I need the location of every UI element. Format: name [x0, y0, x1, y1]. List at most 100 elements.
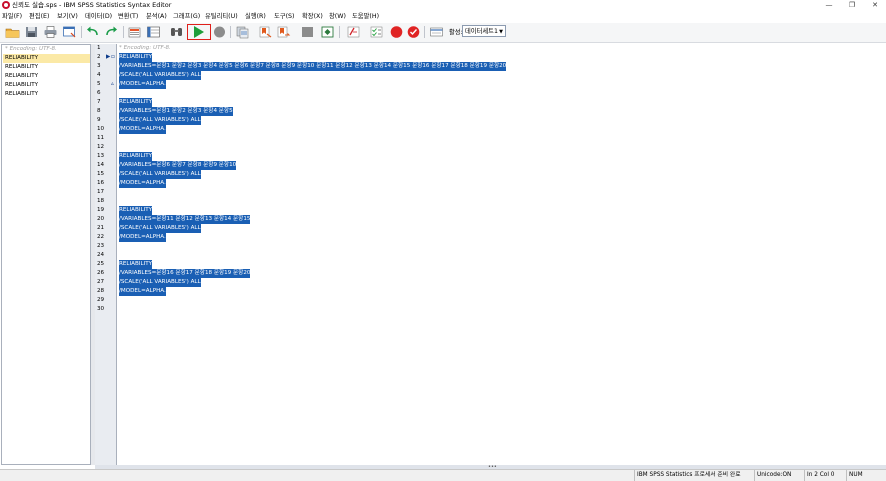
- syntax-line[interactable]: /VARIABLES=문항11 문항12 문항13 문항14 문항15: [119, 215, 251, 224]
- toolbar-separator: [123, 26, 124, 38]
- line-number: 20: [97, 216, 105, 222]
- navigator-item[interactable]: RELIABILITY: [3, 81, 90, 90]
- syntax-line[interactable]: RELIABILITY: [119, 260, 153, 269]
- line-number: 22: [97, 234, 105, 240]
- run-selection-icon[interactable]: [191, 25, 206, 39]
- syntax-line[interactable]: RELIABILITY: [119, 152, 153, 161]
- line-number: 21: [97, 225, 105, 231]
- line-number: 8: [97, 108, 101, 114]
- close-button[interactable]: ✕: [864, 0, 886, 11]
- syntax-help-icon[interactable]: [346, 25, 361, 39]
- menu-transform[interactable]: 변환(T): [118, 12, 138, 21]
- goto-case-icon[interactable]: [127, 25, 142, 39]
- line-number: 30: [97, 306, 105, 312]
- syntax-line[interactable]: * Encoding: UTF-8.: [119, 44, 171, 53]
- syntax-line[interactable]: /MODEL=ALPHA.: [119, 125, 166, 134]
- syntax-line[interactable]: /SCALE('ALL VARIABLES') ALL: [119, 116, 201, 125]
- print-icon[interactable]: [43, 25, 58, 39]
- syntax-line[interactable]: /MODEL=ALPHA.: [119, 179, 166, 188]
- syntax-line[interactable]: /MODEL=ALPHA.: [119, 287, 166, 296]
- syntax-line[interactable]: RELIABILITY: [119, 53, 153, 62]
- title-bar: 신뢰도 실습.sps - IBM SPSS Statistics Syntax …: [0, 0, 886, 11]
- cursor-position: In 2 Col 0: [804, 470, 846, 481]
- line-number: 12: [97, 144, 105, 150]
- line-number: 18: [97, 198, 105, 204]
- syntax-line[interactable]: RELIABILITY: [119, 98, 153, 107]
- line-number: 6: [97, 90, 101, 96]
- redo-icon[interactable]: [104, 25, 119, 39]
- dialog-recall-icon[interactable]: [62, 25, 77, 39]
- line-number: 17: [97, 189, 105, 195]
- block-end-icon: ▵: [111, 81, 114, 87]
- menu-graphs[interactable]: 그래프(G): [173, 12, 200, 21]
- breakpoint-list-icon[interactable]: [369, 25, 384, 39]
- navigator-item[interactable]: RELIABILITY: [3, 72, 90, 81]
- syntax-line[interactable]: /VARIABLES=문항16 문항17 문항18 문항19 문항20: [119, 269, 251, 278]
- menu-view[interactable]: 보기(V): [57, 12, 78, 21]
- syntax-line[interactable]: /VARIABLES=문항1 문항2 문항3 문항4 문항5 문항6 문항7 문…: [119, 62, 507, 71]
- navigator-item[interactable]: RELIABILITY: [3, 63, 90, 72]
- export-icon[interactable]: [235, 25, 250, 39]
- syntax-line[interactable]: /SCALE('ALL VARIABLES') ALL: [119, 278, 201, 287]
- menu-tools[interactable]: 도구(S): [274, 12, 295, 21]
- navigator-item[interactable]: RELIABILITY: [3, 54, 90, 63]
- menu-analyze[interactable]: 분석(A): [146, 12, 167, 21]
- menu-run[interactable]: 실행(R): [245, 12, 266, 21]
- syntax-line[interactable]: /MODEL=ALPHA.: [119, 233, 166, 242]
- syntax-line[interactable]: /MODEL=ALPHA.: [119, 80, 166, 89]
- status-bar: IBM SPSS Statistics 프로세서 준비 완료 Unicode:O…: [0, 469, 886, 481]
- toolbar-separator: [339, 26, 340, 38]
- menu-window[interactable]: 창(W): [329, 12, 346, 21]
- bookmark-icon[interactable]: [258, 25, 273, 39]
- menu-extensions[interactable]: 확장(X): [302, 12, 323, 21]
- block-start-icon: ▫: [111, 54, 115, 60]
- menu-file[interactable]: 파일(F): [2, 12, 22, 21]
- menu-utilities[interactable]: 유틸리티(U): [205, 12, 238, 21]
- syntax-navigator: * Encoding: UTF-8. RELIABILITY RELIABILI…: [1, 44, 91, 465]
- undo-icon[interactable]: [85, 25, 100, 39]
- active-dataset-label: 활성:: [449, 29, 463, 36]
- variables-icon[interactable]: [146, 25, 161, 39]
- open-folder-icon[interactable]: [5, 25, 20, 39]
- syntax-line[interactable]: /SCALE('ALL VARIABLES') ALL: [119, 170, 201, 179]
- line-number: 10: [97, 126, 105, 132]
- chevron-down-icon: ▼: [499, 29, 503, 35]
- line-number: 7: [97, 99, 101, 105]
- syntax-line[interactable]: /VARIABLES=문항6 문항7 문항8 문항9 문항10: [119, 161, 237, 170]
- menu-help[interactable]: 도움말(H): [352, 12, 379, 21]
- navigator-item[interactable]: * Encoding: UTF-8.: [3, 45, 90, 54]
- line-number: 23: [97, 243, 105, 249]
- menu-edit[interactable]: 편집(E): [29, 12, 49, 21]
- line-number: 9: [97, 117, 101, 123]
- line-number: 4: [97, 72, 101, 78]
- show-lines-icon[interactable]: [429, 25, 444, 39]
- line-number: 28: [97, 288, 105, 294]
- next-bookmark-icon[interactable]: [276, 25, 291, 39]
- find-icon[interactable]: [169, 25, 184, 39]
- current-line-arrow-icon: ▶: [106, 54, 111, 60]
- syntax-line[interactable]: /VARIABLES=문항1 문항2 문항3 문항4 문항5: [119, 107, 233, 116]
- syntax-line[interactable]: /SCALE('ALL VARIABLES') ALL: [119, 71, 201, 80]
- toolbar-separator: [424, 26, 425, 38]
- stop-icon[interactable]: [212, 25, 227, 39]
- line-number: 29: [97, 297, 105, 303]
- syntax-line[interactable]: RELIABILITY: [119, 206, 153, 215]
- syntax-line[interactable]: /SCALE('ALL VARIABLES') ALL: [119, 224, 201, 233]
- toolbar-separator: [81, 26, 82, 38]
- restore-button[interactable]: ❐: [841, 0, 863, 11]
- line-number: 26: [97, 270, 105, 276]
- active-dataset-value: 데이터세트1: [465, 28, 498, 35]
- breakpoint-icon[interactable]: [389, 25, 404, 39]
- validate-icon[interactable]: [320, 25, 335, 39]
- check-icon[interactable]: [406, 25, 421, 39]
- line-number: 14: [97, 162, 105, 168]
- line-number: 5: [97, 81, 101, 87]
- active-dataset-select[interactable]: 데이터세트1 ▼: [462, 25, 506, 37]
- save-icon[interactable]: [24, 25, 39, 39]
- toggle-comment-icon[interactable]: [300, 25, 315, 39]
- navigator-item[interactable]: RELIABILITY: [3, 90, 90, 99]
- line-number: 27: [97, 279, 105, 285]
- menu-data[interactable]: 데이터(D): [85, 12, 112, 21]
- minimize-button[interactable]: —: [818, 0, 840, 11]
- syntax-editor[interactable]: * Encoding: UTF-8. RELIABILITY /VARIABLE…: [117, 44, 886, 465]
